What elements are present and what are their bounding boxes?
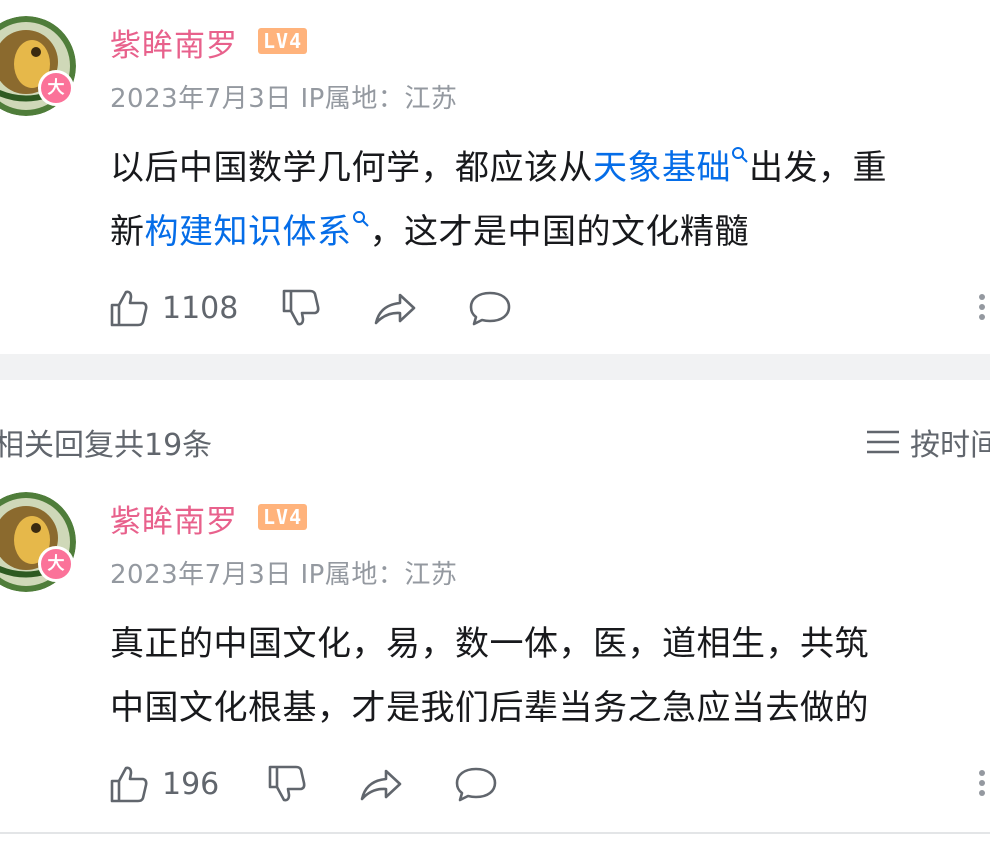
comment-meta: 2023年7月3日 IP属地：江苏 <box>110 84 458 114</box>
reply-icon <box>455 767 497 802</box>
level-badge: LV4 <box>258 28 308 54</box>
comment-content: 真正的中国文化，易，数一体，医，道相生，共筑 中国文化根基，才是我们后辈当务之急… <box>110 612 990 740</box>
sort-button[interactable]: 按时间 <box>866 420 990 464</box>
like-button[interactable]: 1108 <box>108 285 238 331</box>
content-line-2: 中国文化根基，才是我们后辈当务之急应当去做的 <box>110 688 869 728</box>
username[interactable]: 紫眸南罗 <box>110 496 238 541</box>
search-link[interactable]: 天象基础 <box>593 147 749 188</box>
comment-actions: 196 <box>108 761 988 807</box>
more-icon[interactable] <box>979 766 989 800</box>
replies-count-title: 相关回复共19条 <box>0 428 213 463</box>
sort-icon <box>867 430 899 454</box>
like-count: 196 <box>162 766 220 802</box>
like-icon <box>110 766 148 803</box>
like-icon <box>110 290 148 327</box>
comment-actions: 1108 <box>108 285 988 331</box>
vip-badge: 大 <box>38 546 74 582</box>
vip-badge: 大 <box>38 70 74 106</box>
content-text: 出发，重 <box>749 148 887 188</box>
more-icon[interactable] <box>979 290 989 324</box>
comment-meta: 2023年7月3日 IP属地：江苏 <box>110 560 458 590</box>
reply-icon <box>469 291 511 326</box>
reply-divider <box>0 832 990 834</box>
search-icon <box>352 211 369 227</box>
content-line-1: 真正的中国文化，易，数一体，医，道相生，共筑 <box>110 624 869 664</box>
content-text: 新 <box>110 212 145 252</box>
reply-button[interactable] <box>454 761 498 807</box>
content-text: ，这才是中国的文化精髓 <box>369 212 749 252</box>
reply-button[interactable] <box>468 285 512 331</box>
sort-label: 按时间 <box>910 428 990 463</box>
dislike-button[interactable] <box>280 285 322 331</box>
like-button[interactable]: 196 <box>108 761 219 807</box>
dislike-icon <box>282 289 320 326</box>
comment-content: 以后中国数学几何学，都应该从天象基础 出发，重 新构建知识体系 ，这才是中国的文化精… <box>110 136 990 264</box>
search-link[interactable]: 构建知识体系 <box>144 211 370 252</box>
share-icon <box>374 293 416 325</box>
like-count: 1108 <box>162 290 239 326</box>
search-icon <box>732 147 748 163</box>
username[interactable]: 紫眸南罗 <box>110 20 238 65</box>
search-link-text: 构建知识体系 <box>144 212 352 252</box>
section-divider <box>0 354 990 380</box>
share-button[interactable] <box>358 761 404 807</box>
level-badge: LV4 <box>258 504 308 530</box>
content-line-2: 新构建知识体系 ，这才是中国的文化精髓 <box>110 200 990 264</box>
share-icon <box>360 769 402 801</box>
search-link-text: 天象基础 <box>593 148 731 188</box>
dislike-icon <box>268 765 306 802</box>
dislike-button[interactable] <box>266 761 308 807</box>
content-text: 以后中国数学几何学，都应该从 <box>110 148 593 188</box>
share-button[interactable] <box>372 285 418 331</box>
content-line-1: 以后中国数学几何学，都应该从天象基础 出发，重 <box>110 136 990 200</box>
